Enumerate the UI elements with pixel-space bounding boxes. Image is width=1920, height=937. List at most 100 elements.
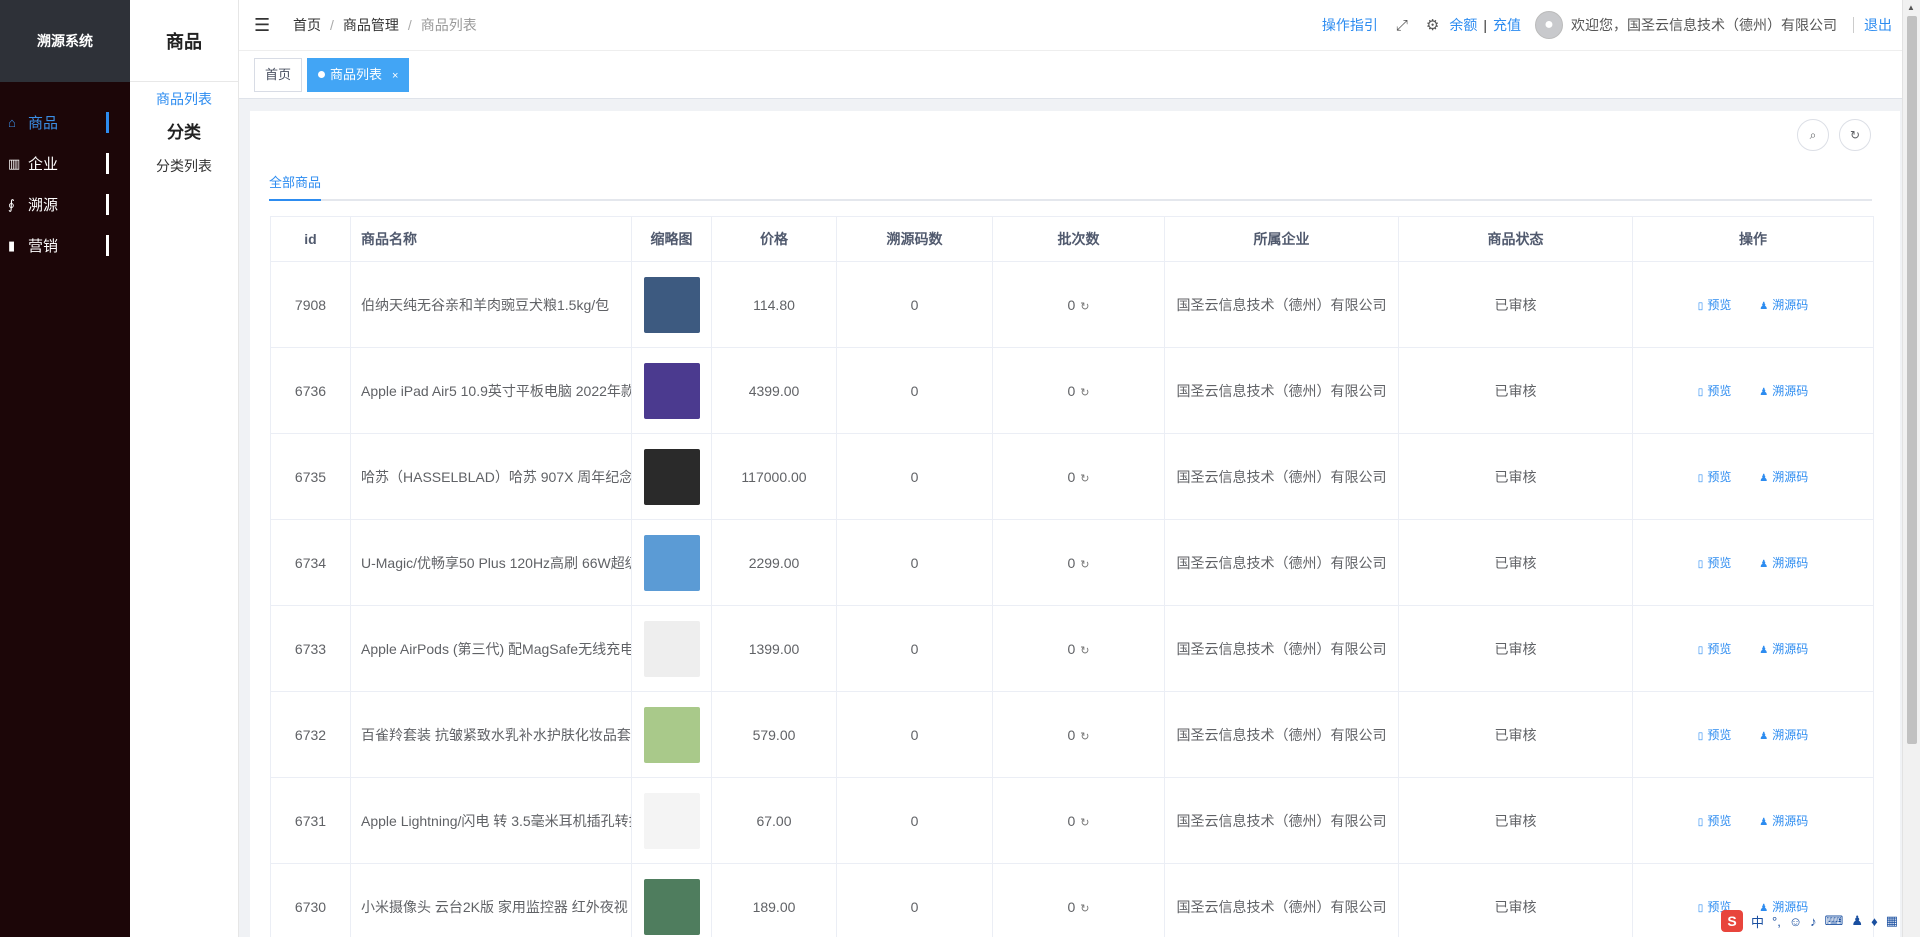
refresh-batch-icon[interactable]: ↻ bbox=[1080, 817, 1089, 829]
breadcrumb-goods-mgmt[interactable]: 商品管理 bbox=[343, 15, 399, 35]
logout-link[interactable]: 退出 bbox=[1864, 15, 1892, 35]
close-icon[interactable]: × bbox=[392, 70, 398, 82]
product-thumbnail-image[interactable] bbox=[643, 878, 700, 935]
product-thumbnail-image[interactable] bbox=[643, 276, 700, 333]
refresh-batch-icon[interactable]: ↻ bbox=[1080, 301, 1089, 313]
trace-code-button[interactable]: ♟ 溯源码 bbox=[1759, 384, 1808, 398]
balance-link[interactable]: 余额 bbox=[1449, 15, 1477, 35]
trace-code-button[interactable]: ♟ 溯源码 bbox=[1759, 728, 1808, 742]
cell-status: 已审核 bbox=[1398, 519, 1633, 606]
breadcrumb-home[interactable]: 首页 bbox=[293, 15, 321, 35]
cell-id: 6734 bbox=[270, 519, 351, 606]
sidebar-item-trace[interactable]: ∮ 溯源 bbox=[0, 184, 130, 225]
cell-actions: ▯ 预览 ♟ 溯源码 bbox=[1632, 433, 1874, 520]
microphone-icon[interactable]: ♪ bbox=[1810, 914, 1817, 929]
cell-code-count: 0 bbox=[836, 863, 993, 937]
trace-code-button[interactable]: ♟ 溯源码 bbox=[1759, 556, 1808, 570]
column-header: 商品名称 bbox=[350, 216, 632, 262]
item-indicator bbox=[106, 235, 109, 256]
cell-company: 国圣云信息技术（德州）有限公司 bbox=[1164, 519, 1399, 606]
table-row: 7908 伯纳天纯无谷亲和羊肉豌豆犬粮1.5kg/包 114.80 0 0 ↻ 国… bbox=[270, 261, 1874, 348]
user-avatar-icon[interactable]: ● bbox=[1535, 11, 1563, 39]
preview-button[interactable]: ▯ 预览 bbox=[1698, 814, 1732, 828]
document-icon: ▯ bbox=[1697, 645, 1704, 656]
fullscreen-icon[interactable]: ⤢ bbox=[1396, 17, 1408, 34]
trace-code-button[interactable]: ♟ 溯源码 bbox=[1759, 298, 1808, 312]
cell-thumbnail bbox=[631, 691, 712, 778]
person-icon: ♟ bbox=[1759, 731, 1769, 742]
tab-home[interactable]: 首页 bbox=[254, 57, 303, 92]
refresh-batch-icon[interactable]: ↻ bbox=[1080, 731, 1089, 743]
tags-view-bar: 首页 商品列表 × bbox=[239, 51, 1902, 99]
refresh-batch-icon[interactable]: ↻ bbox=[1080, 559, 1089, 571]
sub-sidebar: 商品 商品列表 分类 分类列表 bbox=[130, 0, 239, 937]
sidebar-item-company[interactable]: ▥ 企业 bbox=[0, 143, 130, 184]
preview-button[interactable]: ▯ 预览 bbox=[1698, 728, 1732, 742]
keyboard-icon[interactable]: ⌨ bbox=[1825, 913, 1844, 929]
column-header: 价格 bbox=[711, 216, 837, 262]
tab-goods-list[interactable]: 商品列表 × bbox=[307, 57, 410, 92]
trace-code-label: 溯源码 bbox=[1772, 814, 1809, 828]
cell-thumbnail bbox=[631, 347, 712, 434]
tab-all-goods[interactable]: 全部商品 bbox=[269, 172, 322, 201]
page-scrollbar[interactable]: ▲ bbox=[1902, 0, 1920, 937]
active-indicator bbox=[106, 112, 109, 133]
cell-actions: ▯ 预览 ♟ 溯源码 bbox=[1632, 519, 1874, 606]
batch-count-value: 0 bbox=[1067, 554, 1076, 571]
settings-gear-icon[interactable]: ⚙ bbox=[1426, 16, 1439, 34]
emoji-icon[interactable]: ☺ bbox=[1789, 914, 1802, 929]
user-icon[interactable]: ♟ bbox=[1851, 913, 1863, 929]
refresh-batch-icon[interactable]: ↻ bbox=[1080, 387, 1089, 399]
scroll-up-icon[interactable]: ▲ bbox=[1907, 3, 1915, 12]
refresh-icon[interactable]: ↻ bbox=[1839, 119, 1871, 151]
cell-price: 1399.00 bbox=[711, 605, 837, 692]
main-sidebar: 溯源系统 ⌂ 商品 ▥ 企业 ∮ 溯源 ▮ 营销 bbox=[0, 0, 130, 937]
refresh-batch-icon[interactable]: ↻ bbox=[1080, 645, 1089, 657]
preview-label: 预览 bbox=[1707, 298, 1732, 312]
building-icon: ▥ bbox=[8, 155, 21, 171]
ime-punctuation[interactable]: °, bbox=[1772, 914, 1781, 929]
ime-language[interactable]: 中 bbox=[1751, 912, 1764, 931]
cell-actions: ▯ 预览 ♟ 溯源码 bbox=[1632, 261, 1874, 348]
cell-code-count: 0 bbox=[836, 691, 993, 778]
product-thumbnail-image[interactable] bbox=[643, 792, 700, 849]
preview-button[interactable]: ▯ 预览 bbox=[1698, 384, 1732, 398]
product-thumbnail-image[interactable] bbox=[643, 362, 700, 419]
refresh-batch-icon[interactable]: ↻ bbox=[1080, 903, 1089, 915]
cell-price: 579.00 bbox=[711, 691, 837, 778]
scrollbar-thumb[interactable] bbox=[1907, 16, 1917, 744]
cell-thumbnail bbox=[631, 261, 712, 348]
cell-batch-count: 0 ↻ bbox=[992, 347, 1165, 434]
cell-thumbnail bbox=[631, 519, 712, 606]
sogou-logo-icon[interactable]: S bbox=[1721, 910, 1744, 932]
trace-code-button[interactable]: ♟ 溯源码 bbox=[1759, 814, 1808, 828]
preview-button[interactable]: ▯ 预览 bbox=[1698, 556, 1732, 570]
subnav-category-list[interactable]: 分类列表 bbox=[130, 156, 238, 176]
product-thumbnail-image[interactable] bbox=[643, 620, 700, 677]
cell-batch-count: 0 ↻ bbox=[992, 863, 1165, 937]
cell-goods-name: 伯纳天纯无谷亲和羊肉豌豆犬粮1.5kg/包 bbox=[350, 261, 632, 348]
preview-button[interactable]: ▯ 预览 bbox=[1698, 642, 1732, 656]
preview-button[interactable]: ▯ 预览 bbox=[1698, 298, 1732, 312]
document-icon: ▯ bbox=[1697, 731, 1704, 742]
preview-button[interactable]: ▯ 预览 bbox=[1698, 470, 1732, 484]
product-thumbnail-image[interactable] bbox=[643, 534, 700, 591]
sidebar-item-marketing[interactable]: ▮ 营销 bbox=[0, 225, 130, 266]
sidebar-item-goods[interactable]: ⌂ 商品 bbox=[0, 102, 130, 143]
menu-toggle-icon[interactable]: ☰ bbox=[254, 15, 274, 36]
table-row: 6731 Apple Lightning/闪电 转 3.5毫米耳机插孔转换器 6… bbox=[270, 777, 1874, 864]
shirt-icon[interactable]: ♦ bbox=[1871, 914, 1878, 929]
guide-link[interactable]: 操作指引 bbox=[1322, 15, 1378, 35]
column-header: 批次数 bbox=[992, 216, 1165, 262]
grid-icon[interactable]: ▦ bbox=[1886, 913, 1898, 929]
trace-code-button[interactable]: ♟ 溯源码 bbox=[1759, 642, 1808, 656]
refresh-batch-icon[interactable]: ↻ bbox=[1080, 473, 1089, 485]
recharge-link[interactable]: 充值 bbox=[1493, 15, 1521, 35]
subnav-goods-list[interactable]: 商品列表 bbox=[130, 88, 238, 110]
cell-company: 国圣云信息技术（德州）有限公司 bbox=[1164, 347, 1399, 434]
search-icon[interactable]: ⌕ bbox=[1797, 119, 1829, 151]
welcome-text: 欢迎您，国圣云信息技术（德州）有限公司 bbox=[1571, 17, 1837, 33]
trace-code-button[interactable]: ♟ 溯源码 bbox=[1759, 470, 1808, 484]
product-thumbnail-image[interactable] bbox=[643, 706, 700, 763]
product-thumbnail-image[interactable] bbox=[643, 448, 700, 505]
